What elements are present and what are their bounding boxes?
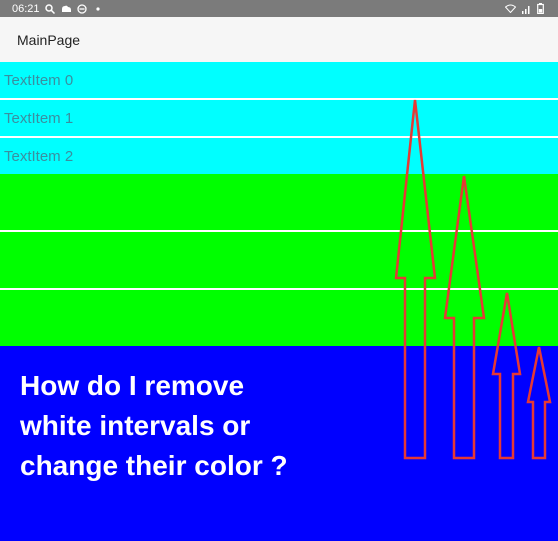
battery-icon	[535, 3, 546, 14]
list-item[interactable]: TextItem 1	[0, 100, 558, 136]
question-annotation: How do I remove white intervals or chang…	[20, 366, 360, 486]
do-not-disturb-icon	[77, 3, 88, 14]
list-item[interactable]	[0, 232, 558, 288]
page-title: MainPage	[17, 31, 81, 48]
status-left: 06:21	[12, 3, 104, 15]
list-item[interactable]: TextItem 2	[0, 138, 558, 174]
wifi-icon	[505, 3, 516, 14]
status-bar: 06:21	[0, 0, 558, 17]
list-item[interactable]	[0, 174, 558, 230]
app-bar: MainPage	[0, 17, 558, 62]
list-item[interactable]	[0, 290, 558, 346]
question-line: change their color ?	[20, 450, 288, 481]
question-line: white intervals or	[20, 410, 251, 441]
question-line: How do I remove	[20, 370, 245, 401]
list-item-label: TextItem 1	[4, 109, 74, 127]
dot-icon	[93, 3, 104, 14]
status-right	[505, 3, 546, 14]
list-item-label: TextItem 2	[4, 147, 74, 165]
search-icon	[45, 3, 56, 14]
cloud-sync-icon	[61, 3, 72, 14]
list-item[interactable]: TextItem 0	[0, 62, 558, 98]
signal-icon	[520, 3, 531, 14]
list-item-label: TextItem 0	[4, 71, 74, 89]
status-time: 06:21	[12, 2, 40, 15]
